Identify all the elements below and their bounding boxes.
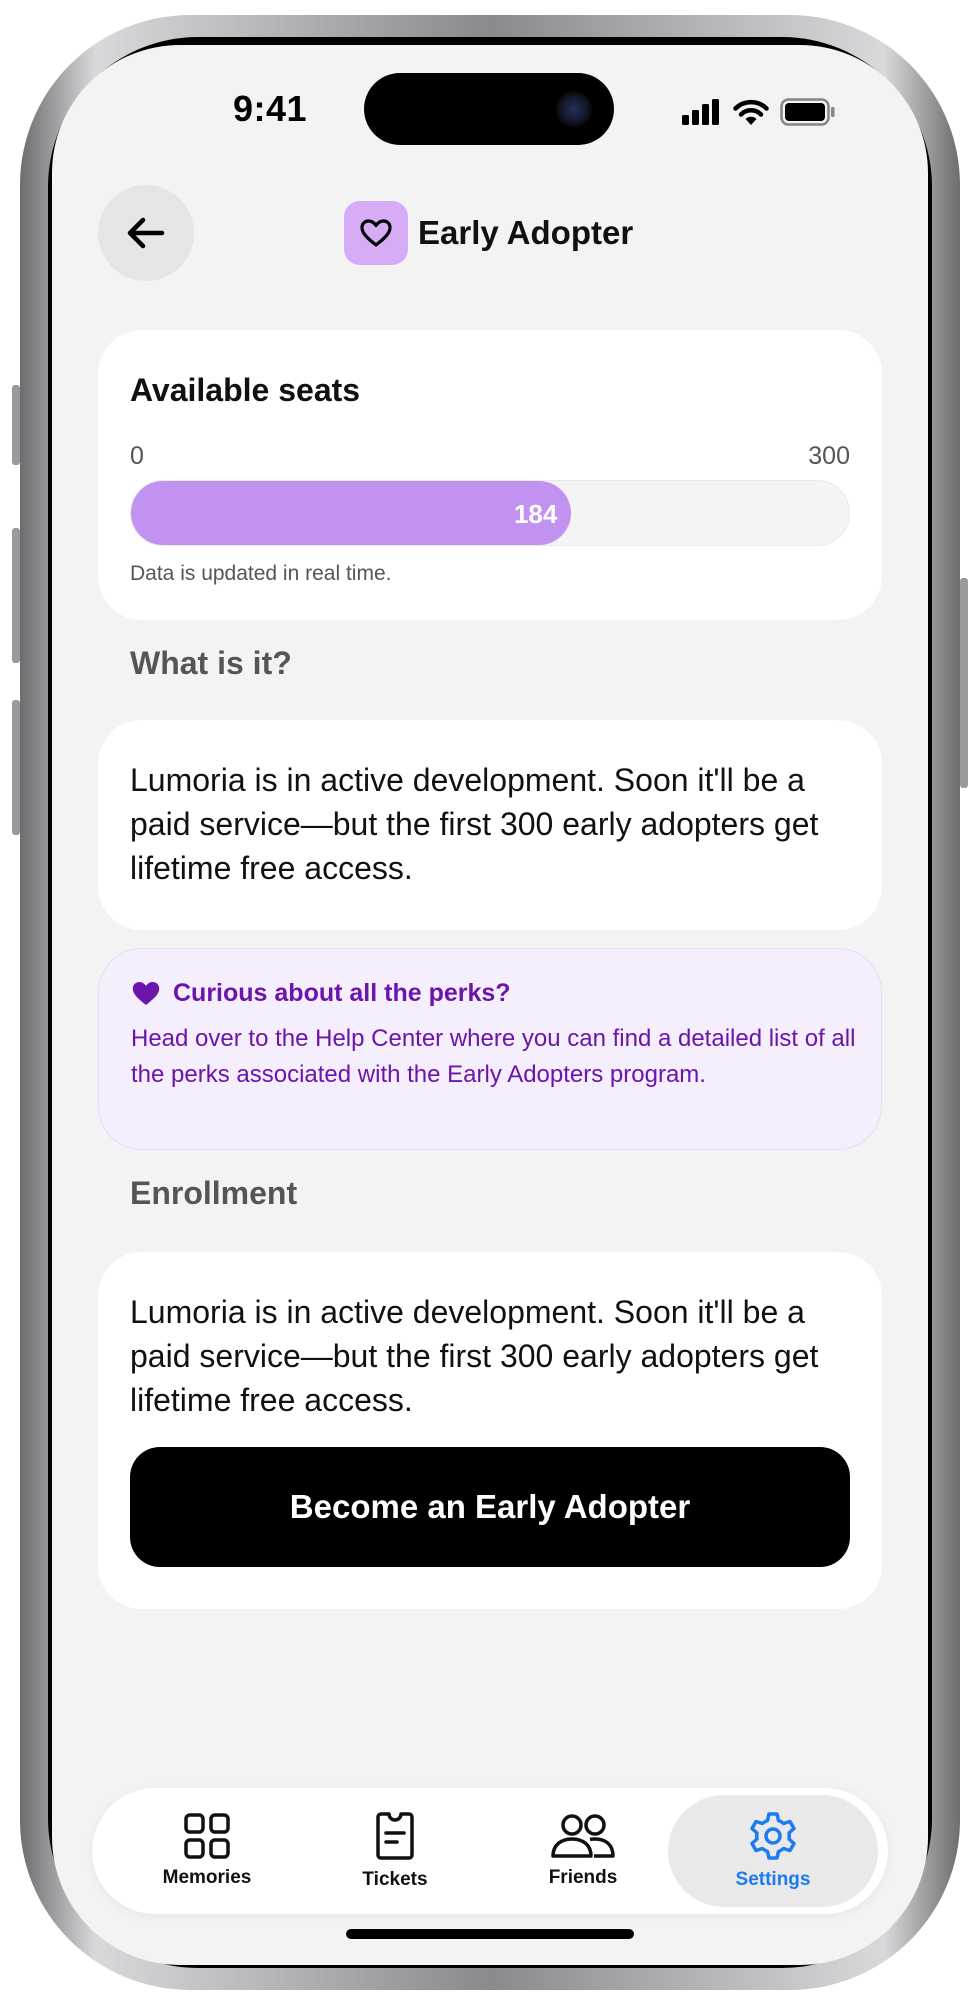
- ticket-icon: [376, 1812, 414, 1860]
- become-early-adopter-button[interactable]: Become an Early Adopter: [130, 1447, 850, 1567]
- status-time: 9:41: [232, 88, 308, 129]
- enrollment-section-label: Enrollment: [130, 1175, 298, 1211]
- tab-label: Friends: [548, 1867, 618, 1888]
- tab-label: Tickets: [362, 1869, 428, 1890]
- title-badge: [344, 201, 408, 265]
- app-screen: 9:41 Early Adopter Available seats 0 300…: [52, 45, 928, 1965]
- what-card: Lumoria is in active development. Soon i…: [98, 720, 882, 930]
- what-description: Lumoria is in active development. Soon i…: [130, 762, 819, 886]
- heart-filled-icon: [132, 982, 160, 1005]
- what-section-label: What is it?: [130, 645, 292, 681]
- volume-down-button: [12, 700, 20, 835]
- tab-tickets[interactable]: Tickets: [300, 1788, 490, 1914]
- action-button: [12, 385, 20, 465]
- back-button[interactable]: [98, 185, 194, 281]
- perks-title: Curious about all the perks?: [173, 979, 511, 1007]
- gear-icon: [750, 1812, 796, 1860]
- tab-settings[interactable]: Settings: [668, 1795, 878, 1907]
- tab-label: Memories: [162, 1867, 252, 1888]
- page-title: Early Adopter: [418, 214, 634, 251]
- battery-icon: [780, 98, 835, 126]
- people-icon: [551, 1814, 615, 1858]
- tab-bar: Memories Tickets Friends Settings: [92, 1788, 888, 1914]
- home-indicator: [346, 1929, 634, 1939]
- tab-label: Settings: [735, 1869, 811, 1890]
- perks-heading: Curious about all the perks?: [131, 979, 511, 1008]
- cellular-signal-icon: [682, 99, 719, 125]
- seats-progress-track: 184: [130, 480, 850, 546]
- available-seats-card: Available seats 0 300 184 Data is update…: [98, 330, 882, 620]
- arrow-left-icon: [127, 217, 165, 249]
- perks-callout[interactable]: Curious about all the perks? Head over t…: [98, 948, 882, 1150]
- seats-progress-fill: 184: [131, 481, 572, 545]
- range-min-label: 0: [130, 442, 144, 470]
- heart-outline-icon: [360, 219, 392, 247]
- wifi-icon: [733, 99, 769, 125]
- range-max-label: 300: [808, 442, 850, 470]
- grid-icon: [184, 1813, 230, 1859]
- status-icons: [682, 97, 836, 127]
- seats-current-value: 184: [513, 499, 558, 529]
- enrollment-description: Lumoria is in active development. Soon i…: [130, 1294, 819, 1418]
- volume-up-button: [12, 528, 20, 663]
- enrollment-card: Lumoria is in active development. Soon i…: [98, 1252, 882, 1609]
- dynamic-island: [364, 73, 614, 145]
- perks-description: Head over to the Help Center where you c…: [131, 1025, 856, 1088]
- seats-note: Data is updated in real time.: [130, 562, 392, 585]
- tab-memories[interactable]: Memories: [112, 1788, 302, 1914]
- page-header: Early Adopter: [344, 200, 633, 266]
- tab-friends[interactable]: Friends: [488, 1788, 678, 1914]
- seats-title: Available seats: [130, 372, 361, 408]
- camera-icon: [556, 91, 592, 127]
- power-button: [960, 578, 968, 788]
